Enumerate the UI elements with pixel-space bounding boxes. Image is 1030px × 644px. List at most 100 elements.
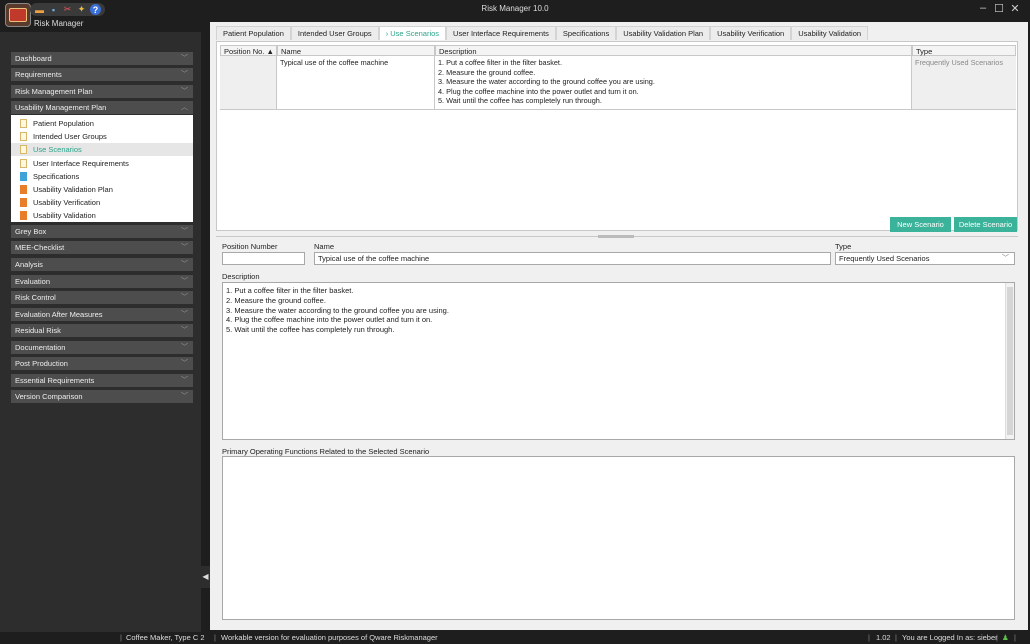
nav-label: Documentation (15, 343, 66, 352)
cell-type: Frequently Used Scenarios (915, 58, 1004, 67)
tab-patient-population[interactable]: Patient Population (216, 26, 291, 40)
nav-dashboard[interactable]: Dashboard ﹀ (11, 52, 193, 65)
nav-label: Risk Control (15, 293, 56, 302)
tab-use-scenarios[interactable]: › Use Scenarios (378, 26, 447, 40)
splitter-handle[interactable] (598, 235, 634, 238)
nav-grey-box[interactable]: Grey Box ﹀ (11, 225, 193, 238)
cell-description: 1. Put a coffee filter in the filter bas… (435, 56, 912, 109)
description-line: 4. Plug the coffee machine into the powe… (438, 86, 639, 96)
chevron-up-icon: ︿ (181, 104, 188, 111)
tab-specifications[interactable]: Specifications (555, 26, 617, 40)
tools-icon[interactable]: ✂ (62, 4, 73, 15)
status-message: Workable version for evaluation purposes… (221, 633, 438, 642)
nav-label: Analysis (15, 260, 43, 269)
chevron-down-icon: ﹀ (181, 71, 188, 78)
maximize-button[interactable]: ☐ (993, 2, 1005, 15)
nav-documentation[interactable]: Documentation ﹀ (11, 341, 193, 354)
subitem-label: User Interface Requirements (33, 159, 129, 168)
name-label: Name (314, 242, 335, 251)
subitem-label: Use Scenarios (33, 145, 82, 154)
description-line: 1. Put a coffee filter in the filter bas… (226, 286, 354, 295)
subitem-user-interface-requirements[interactable]: User Interface Requirements (11, 157, 193, 170)
chevron-down-icon: ﹀ (181, 88, 188, 95)
tab-user-interface-requirements[interactable]: User Interface Requirements (446, 26, 556, 40)
new-scenario-button[interactable]: New Scenario (890, 217, 951, 232)
separator: | (120, 633, 122, 642)
nav-label: Dashboard (15, 54, 52, 63)
description-textarea[interactable]: 1. Put a coffee filter in the filter bas… (222, 282, 1015, 440)
description-scrollbar[interactable] (1005, 283, 1014, 439)
nav-label: Residual Risk (15, 326, 61, 335)
column-header-description[interactable]: Description (435, 45, 912, 56)
nav-risk-management-plan[interactable]: Risk Management Plan ﹀ (11, 85, 193, 98)
document-icon (20, 145, 27, 154)
type-select[interactable]: Frequently Used Scenarios ﹀ (835, 252, 1015, 265)
close-button[interactable]: ✕ (1009, 2, 1021, 15)
delete-scenario-button[interactable]: Delete Scenario (954, 217, 1017, 232)
nav-evaluation[interactable]: Evaluation ﹀ (11, 275, 193, 288)
subitem-label: Specifications (33, 172, 80, 181)
specification-icon (20, 172, 27, 181)
plan-icon (20, 185, 27, 194)
separator: | (1014, 633, 1016, 642)
chevron-down-icon: ﹀ (181, 327, 188, 334)
nav-mee-checklist[interactable]: MEE-Checklist ﹀ (11, 241, 193, 254)
type-select-value: Frequently Used Scenarios (839, 254, 930, 263)
chevron-down-icon: ﹀ (181, 278, 188, 285)
subitem-usability-verification[interactable]: Usability Verification (11, 196, 193, 209)
tab-usability-verification[interactable]: Usability Verification (710, 26, 792, 40)
nav-version-comparison[interactable]: Version Comparison ﹀ (11, 390, 193, 403)
collapse-sidebar-button[interactable]: ◀ (201, 566, 210, 588)
nav-residual-risk[interactable]: Residual Risk ﹀ (11, 324, 193, 337)
subitem-intended-user-groups[interactable]: Intended User Groups (11, 130, 193, 143)
chevron-down-icon: ﹀ (181, 360, 188, 367)
document-icon (20, 119, 27, 128)
nav-label: Requirements (15, 70, 62, 79)
status-version: 1.02 (876, 633, 891, 642)
subitem-use-scenarios[interactable]: Use Scenarios (11, 143, 193, 156)
settings-icon[interactable]: ✦ (76, 4, 87, 15)
nav-evaluation-after-measures[interactable]: Evaluation After Measures ﹀ (11, 308, 193, 321)
tab-intended-user-groups[interactable]: Intended User Groups (290, 26, 379, 40)
nav-essential-requirements[interactable]: Essential Requirements ﹀ (11, 374, 193, 387)
column-header-position[interactable]: Position No. ▲ (220, 45, 277, 56)
column-header-name[interactable]: Name (277, 45, 435, 56)
validation-icon (20, 211, 27, 220)
nav-label: Essential Requirements (15, 376, 95, 385)
nav-usability-management-plan[interactable]: Usability Management Plan ︿ (11, 101, 193, 114)
description-line: 1. Put a coffee filter in the filter bas… (438, 58, 562, 67)
subitem-usability-validation[interactable]: Usability Validation (11, 209, 193, 222)
chevron-down-icon: ﹀ (181, 294, 188, 301)
subitem-specifications[interactable]: Specifications (11, 170, 193, 183)
minimize-button[interactable]: – (977, 2, 989, 14)
tab-usability-validation-plan[interactable]: Usability Validation Plan (616, 26, 711, 40)
nav-label: Risk Management Plan (15, 87, 93, 96)
cell-position (220, 56, 277, 109)
table-row[interactable]: Typical use of the coffee machine 1. Put… (220, 56, 1016, 110)
chevron-down-icon: ﹀ (181, 261, 188, 268)
app-name: Risk Manager (34, 19, 84, 28)
primary-functions-list[interactable] (222, 456, 1015, 620)
position-number-input[interactable] (222, 252, 305, 265)
subitem-patient-population[interactable]: Patient Population (11, 117, 193, 130)
nav-requirements[interactable]: Requirements ﹀ (11, 68, 193, 81)
tab-usability-validation[interactable]: Usability Validation (791, 26, 869, 40)
primary-functions-label: Primary Operating Functions Related to t… (222, 447, 430, 456)
scenario-grid: Position No. ▲ Name Description Type Typ… (216, 41, 1018, 231)
column-header-type[interactable]: Type (912, 45, 1016, 56)
subitem-usability-validation-plan[interactable]: Usability Validation Plan (11, 183, 193, 196)
separator: | (996, 633, 998, 642)
folder-icon[interactable]: ▪ (48, 4, 59, 15)
chevron-down-icon: ﹀ (181, 55, 188, 62)
help-icon[interactable]: ? (90, 4, 101, 15)
save-icon[interactable]: ▬ (34, 4, 45, 15)
nav-post-production[interactable]: Post Production ﹀ (11, 357, 193, 370)
nav-analysis[interactable]: Analysis ﹀ (11, 258, 193, 271)
nav-label: Evaluation After Measures (15, 310, 103, 319)
description-line: 3. Measure the water according to the gr… (438, 77, 655, 86)
name-input[interactable]: Typical use of the coffee machine (314, 252, 831, 265)
verification-icon (20, 198, 27, 207)
app-logo-icon[interactable] (5, 3, 31, 27)
scrollbar-thumb[interactable] (1007, 287, 1013, 435)
nav-risk-control[interactable]: Risk Control ﹀ (11, 291, 193, 304)
